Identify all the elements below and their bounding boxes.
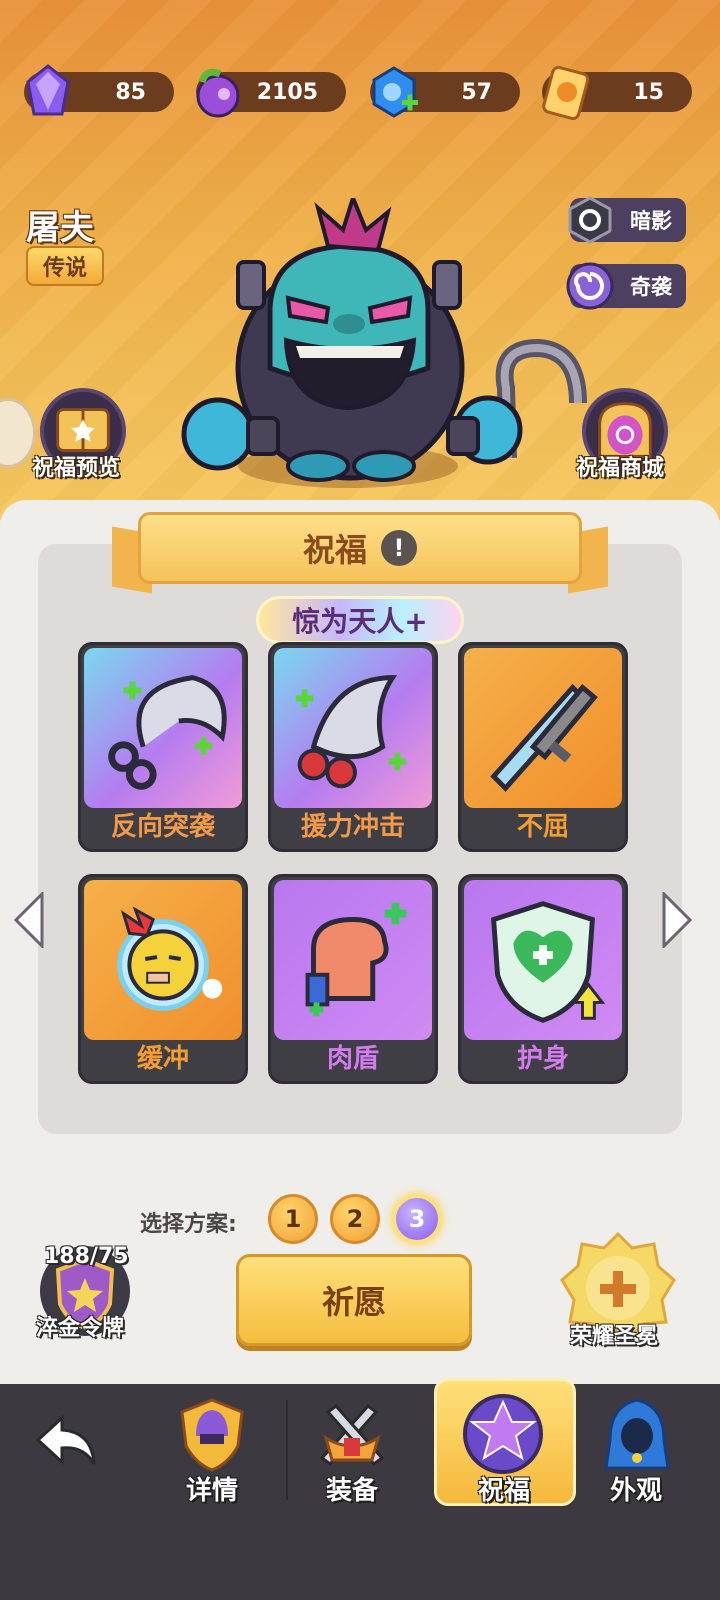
- blue-hood-icon: [604, 1398, 670, 1470]
- card-name: 护身: [516, 1044, 569, 1074]
- gem-value: 57: [461, 79, 492, 105]
- card-art: [464, 880, 622, 1040]
- dizzy-face-icon: [117, 906, 223, 1011]
- card-art: [274, 648, 432, 808]
- token-label: 淬金令牌: [36, 1316, 125, 1341]
- blue-gem-plus-icon: [372, 66, 418, 118]
- card-art: [464, 648, 622, 808]
- card-name: 反向突袭: [110, 812, 215, 842]
- nav-label: 外观: [609, 1476, 662, 1506]
- token-count: 188/75: [44, 1244, 129, 1269]
- purple-crystal-icon: [26, 64, 70, 116]
- trait-label: 奇袭: [630, 275, 672, 299]
- blessing-title: 祝福: [302, 531, 367, 569]
- crossed-swords-icon: [490, 683, 598, 792]
- trait-label: 暗影: [630, 209, 672, 233]
- blessing-card[interactable]: 缓冲: [78, 874, 248, 1084]
- card-art: [274, 880, 432, 1040]
- back-arrow-icon[interactable]: [36, 1414, 98, 1470]
- glory-label: 荣耀圣冕: [570, 1324, 659, 1349]
- chain-hook-icon: [108, 675, 227, 790]
- plan-option-2[interactable]: 2: [330, 1194, 380, 1244]
- magic-fruit-icon: [196, 68, 240, 118]
- butcher-hero-character[interactable]: [178, 198, 598, 498]
- crossed-weapons-icon: [319, 1403, 385, 1467]
- card-art: [84, 648, 242, 808]
- fruit-value: 2105: [256, 79, 318, 105]
- prev-arrow-icon[interactable]: [12, 892, 46, 948]
- plan-option-3[interactable]: 3: [392, 1194, 442, 1244]
- nav-equipment[interactable]: 装备: [282, 1384, 422, 1510]
- plan-label: 选择方案:: [140, 1212, 237, 1237]
- heart-shield-icon: [491, 901, 606, 1023]
- nav-label: 装备: [325, 1476, 378, 1506]
- nav-label: 祝福: [477, 1476, 530, 1506]
- wish-button[interactable]: 祈愿: [236, 1254, 472, 1346]
- tier-badge: 惊为天人+: [256, 596, 464, 644]
- nav-details[interactable]: 详情: [142, 1384, 282, 1510]
- nav-blessing[interactable]: 祝福: [434, 1384, 574, 1510]
- hook-dash-icon: [295, 675, 407, 789]
- hero-name: 屠夫: [26, 208, 94, 248]
- nav-appearance[interactable]: 外观: [566, 1384, 706, 1510]
- orange-ticket-icon: [542, 65, 590, 120]
- card-name: 不屈: [516, 812, 569, 842]
- rarity-badge: 传说: [26, 246, 104, 286]
- nav-label: 详情: [185, 1476, 238, 1506]
- plan-option-1[interactable]: 1: [268, 1194, 318, 1244]
- muscle-arm-icon: [305, 902, 407, 1017]
- next-arrow-icon[interactable]: [660, 892, 694, 948]
- card-art: [84, 880, 242, 1040]
- blessing-card[interactable]: 不屈: [458, 642, 628, 852]
- info-icon[interactable]: !: [381, 530, 417, 566]
- blessing-card[interactable]: 反向突袭: [78, 642, 248, 852]
- blessing-preview-label: 祝福预览: [32, 456, 121, 481]
- blessing-card[interactable]: 援力冲击: [268, 642, 438, 852]
- crystal-value: 85: [115, 79, 146, 105]
- card-name: 缓冲: [136, 1044, 189, 1074]
- blessing-card[interactable]: 护身: [458, 874, 628, 1084]
- card-name: 援力冲击: [300, 812, 405, 842]
- blessing-title-ribbon: 祝福 !: [138, 512, 582, 584]
- purple-star-icon: [463, 1394, 543, 1474]
- blessing-card[interactable]: 肉盾: [268, 874, 438, 1084]
- card-name: 肉盾: [326, 1044, 379, 1074]
- ticket-value: 15: [633, 79, 664, 105]
- blessing-shop-label: 祝福商城: [576, 456, 665, 481]
- helmet-shield-icon: [180, 1398, 244, 1472]
